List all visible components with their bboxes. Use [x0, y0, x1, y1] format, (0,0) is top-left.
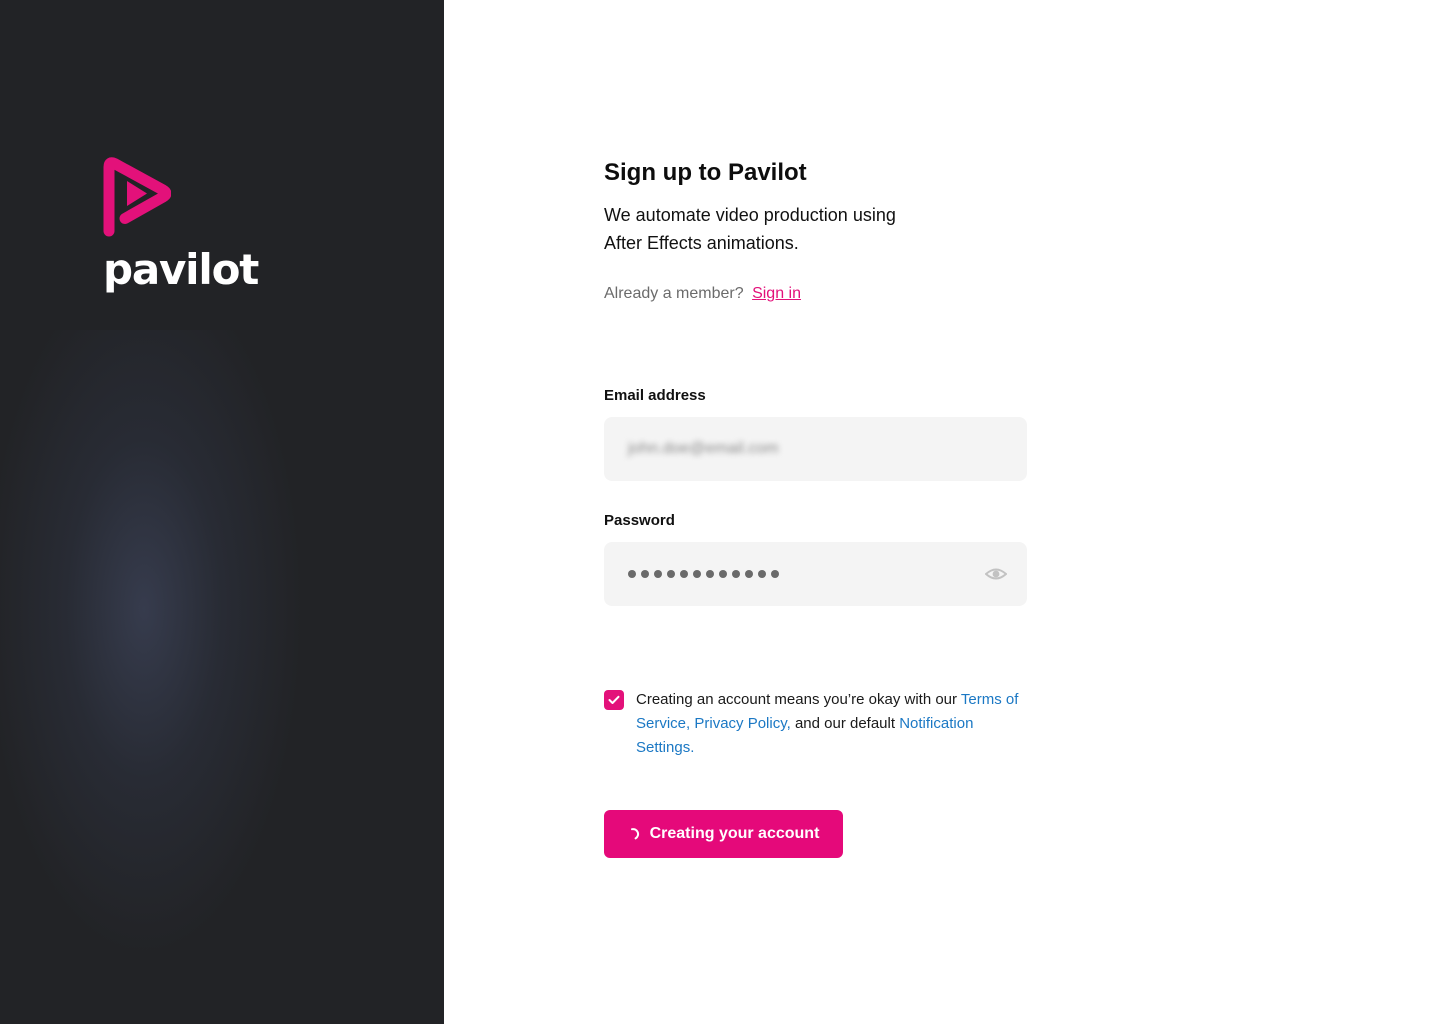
password-dot	[719, 570, 727, 578]
background-glow	[0, 330, 300, 950]
password-dot	[758, 570, 766, 578]
email-label: Email address	[604, 387, 706, 404]
password-dot	[628, 570, 636, 578]
password-dot	[706, 570, 714, 578]
terms-text-before: Creating an account means you’re okay wi…	[636, 691, 961, 708]
terms-text: Creating an account means you’re okay wi…	[636, 688, 1026, 760]
member-prompt-row: Already a member? Sign in	[604, 284, 1027, 304]
email-field[interactable]: john.doe@email.com	[604, 417, 1027, 481]
password-dot	[641, 570, 649, 578]
password-dot	[693, 570, 701, 578]
page-subtitle: We automate video production using After…	[604, 205, 896, 253]
password-label: Password	[604, 512, 675, 529]
checkmark-icon	[608, 695, 620, 704]
terms-checkbox[interactable]	[604, 690, 624, 710]
create-account-button[interactable]: Creating your account	[604, 810, 843, 858]
play-triangle-logo-icon	[103, 157, 171, 237]
password-field[interactable]	[604, 542, 1027, 606]
logo: pavilot	[103, 157, 259, 294]
sign-in-link[interactable]: Sign in	[752, 285, 801, 302]
logo-wordmark: pavilot	[103, 245, 259, 294]
eye-icon[interactable]	[985, 564, 1007, 584]
password-dot	[667, 570, 675, 578]
brand-panel: pavilot	[0, 0, 444, 1024]
password-dot	[680, 570, 688, 578]
terms-row: Creating an account means you’re okay wi…	[604, 688, 1027, 760]
page-title: Sign up to Pavilot	[604, 159, 807, 186]
member-prompt: Already a member?	[604, 285, 744, 302]
privacy-policy-link[interactable]: Privacy Policy,	[694, 715, 790, 732]
loading-spinner-icon	[630, 828, 639, 840]
password-dot	[771, 570, 779, 578]
terms-text-middle: and our default	[790, 715, 900, 732]
password-mask	[628, 570, 779, 578]
signup-form: Sign up to Pavilot We automate video pro…	[604, 157, 1027, 858]
email-value: john.doe@email.com	[628, 440, 779, 457]
password-dot	[732, 570, 740, 578]
password-dot	[745, 570, 753, 578]
password-dot	[654, 570, 662, 578]
create-account-label: Creating your account	[649, 825, 820, 842]
